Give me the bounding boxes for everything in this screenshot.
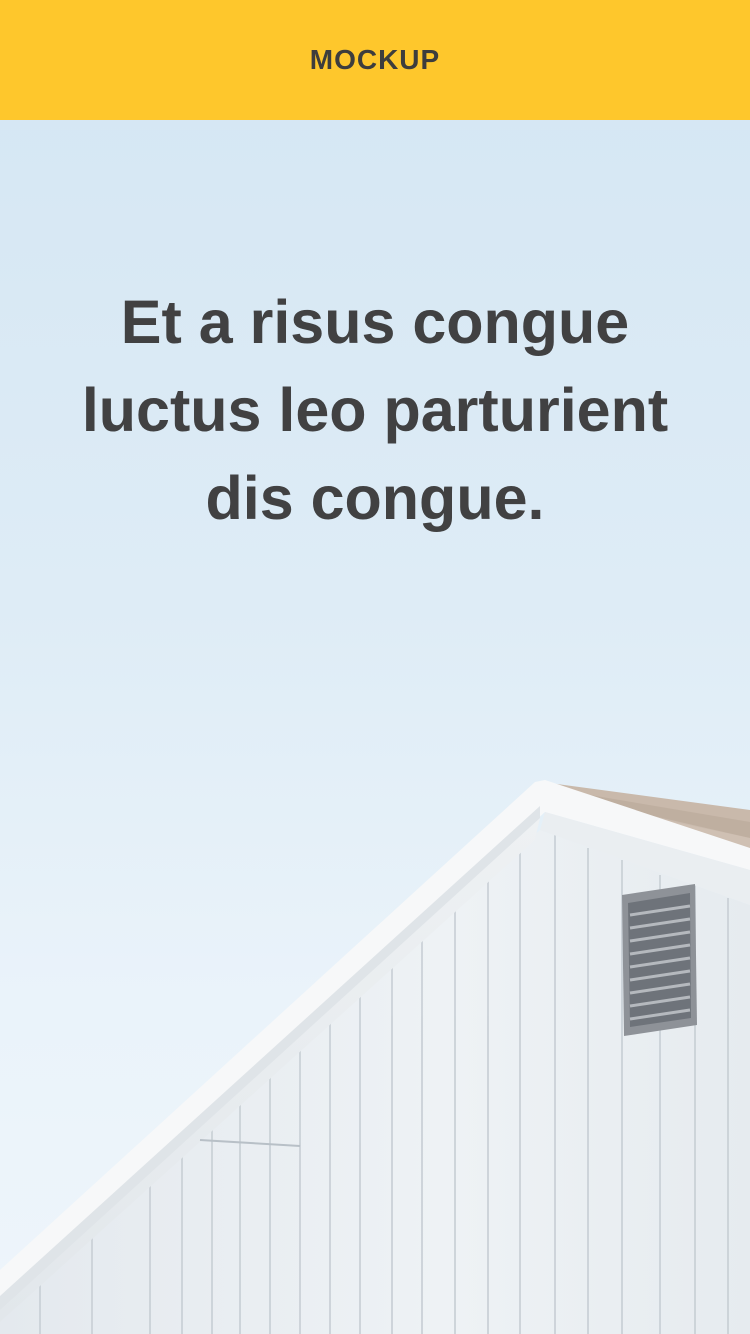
house-roof-photo bbox=[0, 780, 750, 1334]
top-bar: MOCKUP bbox=[0, 0, 750, 120]
mockup-screen: MOCKUP Et a risus congue luctus leo part… bbox=[0, 0, 750, 1334]
hero-headline: Et a risus congue luctus leo parturient … bbox=[81, 288, 669, 532]
app-title: MOCKUP bbox=[309, 44, 441, 75]
vent-icon bbox=[622, 884, 697, 1036]
